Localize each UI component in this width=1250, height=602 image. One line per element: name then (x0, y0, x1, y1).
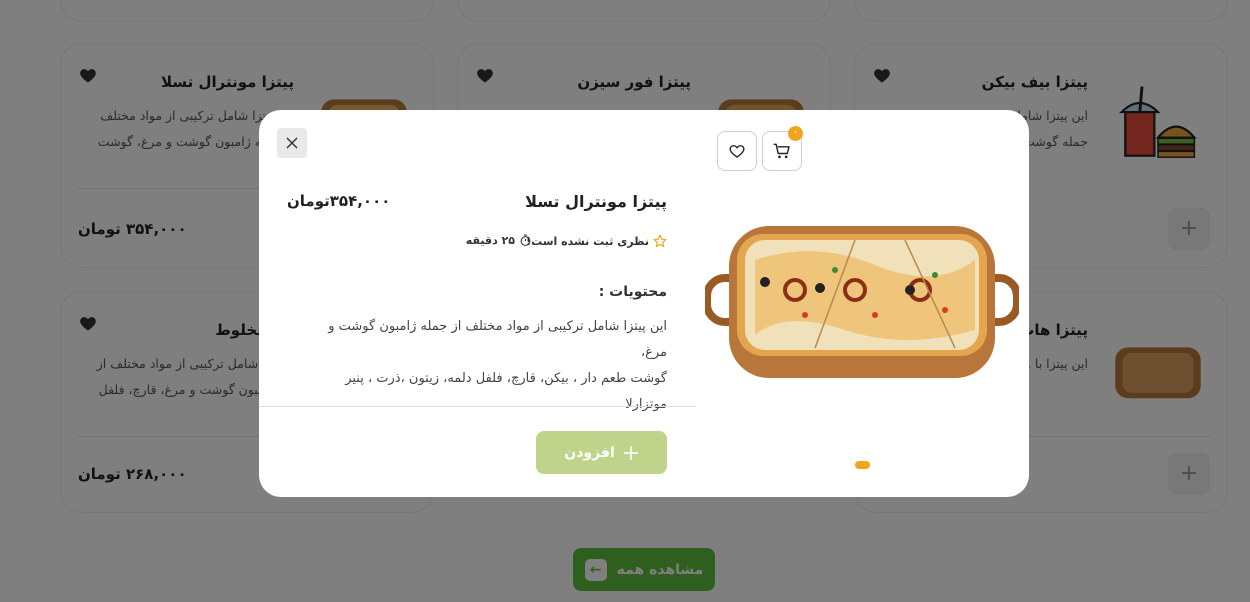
ingredients-text: این پیتزا شامل ترکیبی از مواد مختلف از ج… (307, 314, 667, 418)
prep-time: ۲۵ دقیقه (466, 234, 532, 247)
favorite-button[interactable] (717, 131, 757, 171)
star-icon (653, 234, 667, 248)
modal-divider (259, 406, 696, 407)
rating-text: نظری ثبت نشده است! (526, 234, 649, 248)
cart-count-badge: ۰ (788, 126, 803, 141)
cart-button[interactable]: ۰ (762, 126, 803, 171)
close-icon (286, 137, 298, 149)
rating-status: نظری ثبت نشده است! (526, 234, 667, 248)
prep-time-text: ۲۵ دقیقه (465, 234, 515, 247)
heart-outline-icon (729, 145, 745, 158)
product-modal: پیتزا مونترال تسلا ۳۵۴,۰۰۰تومان نظری ثبت… (259, 110, 1029, 497)
cart-icon (773, 143, 790, 159)
close-button[interactable] (277, 128, 307, 158)
plus-icon (623, 445, 638, 460)
add-button-label: افزودن (564, 444, 615, 461)
add-button[interactable]: افزودن (536, 431, 667, 474)
carousel-dot-active[interactable] (855, 461, 870, 469)
timer-icon (520, 234, 531, 246)
product-title: پیتزا مونترال تسلا (525, 192, 667, 211)
pizza-image (705, 226, 1019, 378)
product-price: ۳۵۴,۰۰۰تومان (287, 192, 391, 210)
ingredients-heading: محتویات : (598, 284, 667, 300)
ingredients-line: این پیتزا شامل ترکیبی از مواد مختلف از ج… (328, 319, 667, 360)
ingredients-line: گوشت طعم دار ، بیکن، قارچ، فلفل دلمه، زی… (345, 371, 667, 412)
